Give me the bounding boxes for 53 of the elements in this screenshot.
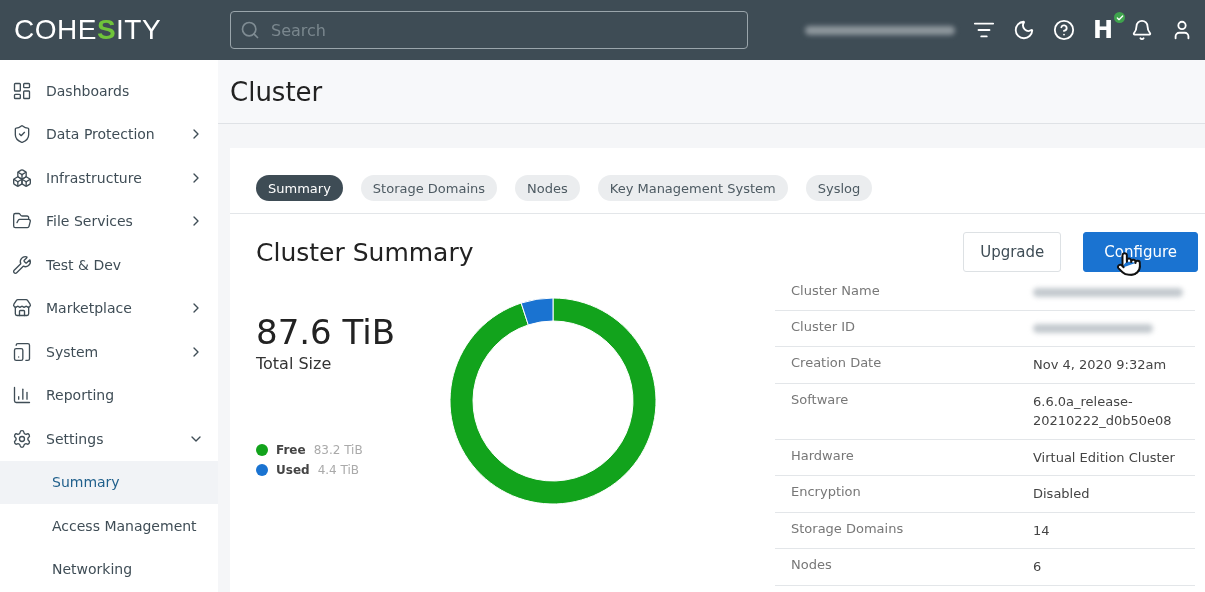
upgrade-button[interactable]: Upgrade [963, 232, 1062, 272]
sidebar-item[interactable]: Marketplace [46, 300, 174, 317]
sidebar-item[interactable]: Dashboards [46, 82, 204, 99]
tab[interactable]: Key Management System [597, 175, 788, 201]
legend-value: 83.2 TiB [313, 443, 363, 457]
settings-icon [12, 428, 32, 449]
detail-value: 6 [1033, 558, 1042, 576]
total-size-value: 87.6 TiB [256, 312, 396, 352]
wrench-icon [12, 254, 32, 275]
search-field[interactable]: Search [230, 11, 748, 49]
page-title: Cluster [230, 76, 323, 107]
dashboard-icon [12, 80, 32, 101]
boxes-icon [12, 167, 32, 188]
moon-icon[interactable] [1012, 19, 1035, 41]
total-size-label: Total Size [256, 354, 333, 373]
detail-label: Cluster ID [791, 319, 857, 336]
tab[interactable]: Storage Domains [360, 175, 498, 201]
detail-value: 6.6.0a_release- 20210222_d0b50e08 [1033, 392, 1172, 430]
detail-value: Nov 4, 2020 9:32am [1033, 356, 1167, 374]
sidebar-item[interactable]: File Services [46, 213, 174, 230]
logo: COHESITY [14, 14, 163, 46]
legend-label: Used [276, 463, 310, 477]
detail-label: Software [791, 391, 850, 409]
detail-label: Hardware [791, 447, 855, 465]
sidebar-item[interactable]: Reporting [46, 387, 204, 404]
sidebar-subitem[interactable]: Summary [0, 460, 218, 504]
tab[interactable]: Nodes [515, 175, 580, 201]
tablet-icon [12, 341, 32, 362]
search-icon [240, 20, 260, 40]
legend-value: 4.4 TiB [317, 463, 360, 477]
store-icon [12, 298, 32, 319]
help-icon[interactable] [1052, 19, 1075, 41]
legend-label: Free [276, 443, 306, 457]
detail-label: Nodes [791, 557, 833, 574]
detail-label: Creation Date [791, 355, 883, 372]
shield-icon [12, 124, 32, 145]
sidebar-item[interactable]: Settings [46, 430, 174, 447]
detail-value: 14 [1033, 521, 1050, 540]
sidebar-item[interactable]: System [46, 343, 174, 360]
detail-label: Storage Domains [791, 520, 905, 538]
helios-button[interactable]: H [1092, 18, 1113, 42]
detail-value: Virtual Edition Cluster [1033, 448, 1175, 467]
detail-label: Cluster Name [791, 283, 881, 300]
sidebar-item[interactable]: Data Protection [46, 126, 174, 143]
sidebar-item[interactable]: Test & Dev [46, 256, 204, 273]
sidebar-item[interactable]: Infrastructure [46, 169, 174, 186]
bell-icon[interactable] [1131, 19, 1153, 41]
tab[interactable]: Syslog [805, 175, 873, 201]
tab[interactable]: Summary [256, 175, 343, 201]
detail-value: Disabled [1033, 485, 1090, 503]
detail-label: Encryption [791, 484, 862, 501]
bar-chart-icon [12, 385, 32, 406]
section-title: Cluster Summary [256, 237, 475, 267]
